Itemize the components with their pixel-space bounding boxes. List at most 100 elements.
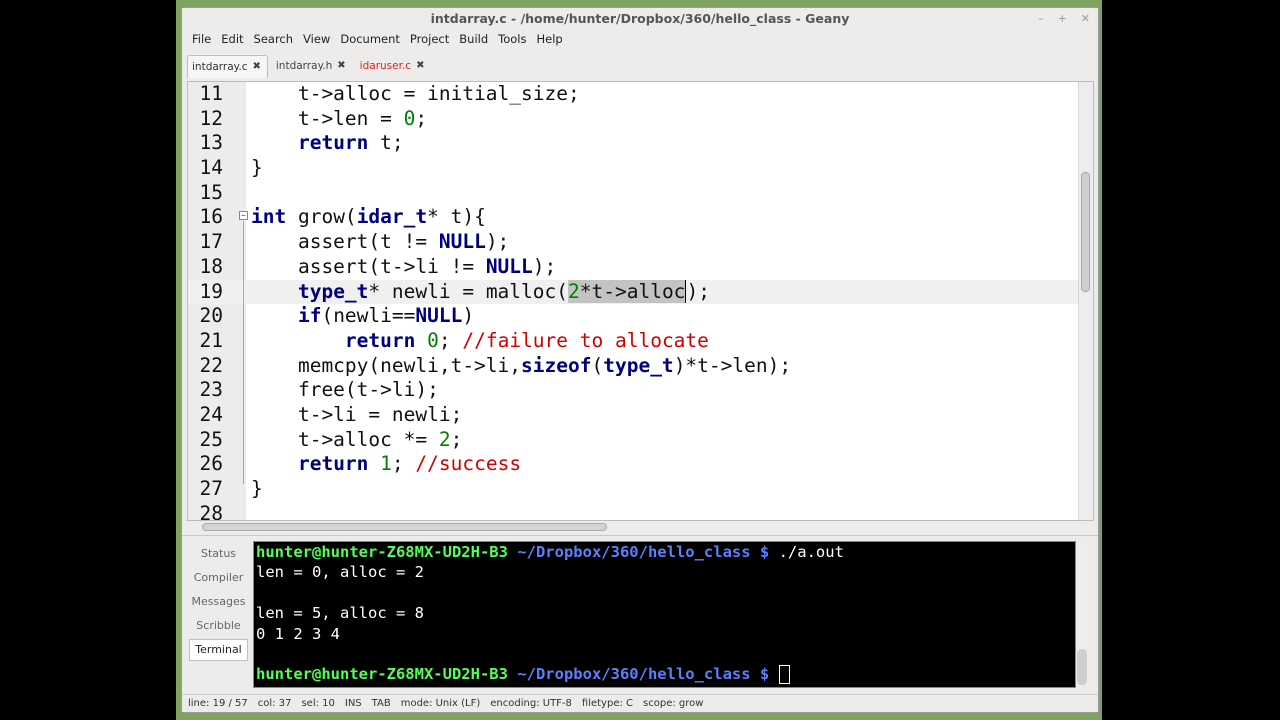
code-lines: 11 t->alloc = initial_size; 12 t->len = 0… (188, 82, 1081, 521)
code-token: } (251, 477, 263, 500)
menu-view[interactable]: View (298, 31, 335, 49)
code-token: ; (391, 452, 416, 476)
code-token: 2 (568, 279, 580, 303)
code-token: idar_t (356, 205, 428, 229)
tab-compiler[interactable]: Compiler (189, 567, 248, 589)
tab-label: intdarray.c (192, 61, 248, 73)
terminal-line: hunter@hunter-Z68MX-UD2H-B3 ~/Dropbox/36… (254, 542, 1075, 562)
code-text: } (251, 477, 263, 502)
prompt-path: ~/Dropbox/360/hello_class $ (507, 543, 770, 561)
status-col: col: 37 (257, 698, 292, 709)
status-ins: INS (344, 698, 362, 709)
code-token: *t->alloc (579, 279, 686, 303)
code-line[interactable]: 17 assert(t != NULL); (188, 230, 1081, 255)
code-line[interactable]: 25 t->alloc *= 2; (188, 428, 1081, 453)
code-line[interactable]: 19 type_t* newli = malloc(2*t->alloc); (188, 279, 1081, 305)
menu-file[interactable]: File (182, 31, 216, 49)
code-line[interactable]: 11 t->alloc = initial_size; (188, 82, 1081, 107)
line-number: 21 (199, 328, 223, 352)
status-tab: TAB (371, 698, 391, 709)
tab-intdarray-c[interactable]: intdarray.c ✖ (187, 55, 268, 78)
tab-idaruser-c[interactable]: idaruser.c ✖ (356, 55, 431, 77)
line-number: 22 (199, 353, 223, 377)
code-line[interactable]: 15 (188, 181, 1081, 206)
line-number: 14 (199, 156, 223, 180)
menu-project[interactable]: Project (405, 31, 454, 49)
code-text: t->len = 0; (251, 107, 427, 132)
window-controls: – + ✕ (1038, 8, 1090, 30)
document-tabs: intdarray.c ✖ intdarray.h ✖ idaruser.c ✖ (187, 55, 434, 78)
code-line[interactable]: 22 memcpy(newli,t->li,sizeof(type_t)*t->… (188, 354, 1081, 379)
maximize-icon[interactable]: + (1058, 8, 1067, 30)
code-line[interactable]: 16 int grow(idar_t* t){− (188, 205, 1081, 230)
code-line[interactable]: 14} (188, 156, 1081, 181)
code-text: return 0; //failure to allocate (251, 329, 709, 354)
code-token: t->alloc = initial_size; (251, 82, 580, 105)
scrollbar-thumb[interactable] (202, 523, 607, 531)
menu-document[interactable]: Document (335, 31, 405, 49)
code-token: return (297, 131, 369, 155)
close-icon[interactable]: ✖ (416, 55, 424, 77)
scrollbar-thumb[interactable] (1077, 649, 1087, 685)
fold-toggle-icon[interactable]: − (239, 211, 248, 221)
menu-search[interactable]: Search (249, 31, 299, 49)
code-token: assert(t != (251, 230, 439, 254)
code-text: return 1; //success (251, 452, 521, 477)
code-token: if (297, 304, 322, 328)
menu-tools[interactable]: Tools (493, 31, 531, 49)
fold-marker-line (243, 220, 244, 485)
tab-terminal[interactable]: Terminal (189, 639, 248, 661)
code-token: type_t (603, 353, 674, 377)
code-token: ) (685, 279, 699, 303)
code-line[interactable]: 24 t->li = newli; (188, 403, 1081, 428)
terminal-panel[interactable]: hunter@hunter-Z68MX-UD2H-B3 ~/Dropbox/36… (253, 541, 1076, 688)
editor-horizontal-scrollbar[interactable] (187, 521, 1078, 533)
code-line[interactable]: 20 if(newli==NULL) (188, 304, 1081, 329)
tab-status[interactable]: Status (189, 543, 248, 565)
terminal-cursor (778, 665, 790, 685)
code-line[interactable]: 27} (188, 477, 1081, 502)
code-line[interactable]: 12 t->len = 0; (188, 107, 1081, 132)
status-line: line: 19 / 57 (188, 698, 248, 709)
code-token: t; (368, 131, 404, 155)
menu-build[interactable]: Build (454, 31, 493, 49)
line-number: 28 (199, 501, 223, 521)
code-token: type_t (297, 279, 369, 303)
code-text: assert(t->li != NULL); (251, 255, 556, 280)
code-text: return t; (251, 131, 404, 156)
code-token: free(t->li); (251, 378, 439, 402)
close-icon[interactable]: ✖ (253, 56, 261, 78)
code-line[interactable]: 18 assert(t->li != NULL); (188, 255, 1081, 280)
tab-messages[interactable]: Messages (189, 591, 248, 613)
line-number: 27 (199, 477, 223, 500)
editor-vertical-scrollbar[interactable] (1078, 82, 1093, 520)
code-line[interactable]: 23 free(t->li); (188, 378, 1081, 403)
tab-scribble[interactable]: Scribble (189, 615, 248, 637)
line-number: 13 (199, 131, 223, 155)
menu-bar: File Edit Search View Document Project B… (182, 31, 568, 49)
code-text: free(t->li); (251, 378, 439, 403)
code-line[interactable]: 13 return t; (188, 131, 1081, 156)
menu-edit[interactable]: Edit (216, 31, 248, 49)
code-line[interactable]: 28 (188, 501, 1081, 521)
code-token: t->alloc *= (251, 427, 439, 451)
terminal-scrollbar[interactable] (1076, 541, 1088, 688)
tab-label: idaruser.c (359, 60, 412, 72)
code-token: * t){ (427, 205, 486, 229)
code-token: 0 (427, 328, 439, 352)
code-token: //success (415, 452, 522, 476)
code-token: 2 (438, 427, 451, 451)
prompt-path: ~/Dropbox/360/hello_class $ (507, 665, 770, 684)
code-editor[interactable]: 11 t->alloc = initial_size; 12 t->len = 0… (187, 81, 1094, 521)
menu-help[interactable]: Help (532, 31, 568, 49)
scrollbar-thumb[interactable] (1081, 172, 1090, 292)
pane-splitter[interactable] (182, 535, 1098, 540)
code-token: 0 (403, 106, 416, 130)
minimize-icon[interactable]: – (1038, 8, 1044, 30)
close-icon[interactable]: ✕ (1081, 8, 1090, 30)
close-icon[interactable]: ✖ (337, 55, 345, 77)
line-number: 23 (199, 378, 223, 402)
code-line[interactable]: 26 return 1; //success (188, 452, 1081, 477)
code-line[interactable]: 21 return 0; //failure to allocate (188, 329, 1081, 354)
tab-intdarray-h[interactable]: intdarray.h ✖ (272, 55, 352, 77)
